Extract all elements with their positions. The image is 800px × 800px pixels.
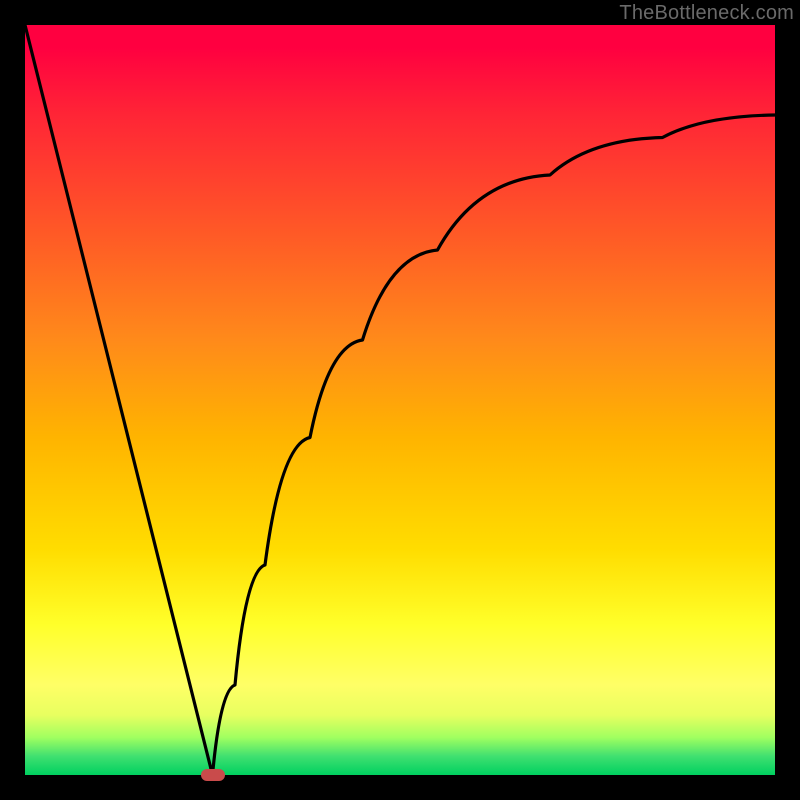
bottleneck-curve [25, 25, 775, 775]
watermark-text: TheBottleneck.com [619, 2, 794, 25]
minimum-marker [201, 769, 225, 781]
plot-area [25, 25, 775, 775]
chart-frame: TheBottleneck.com [0, 0, 800, 800]
